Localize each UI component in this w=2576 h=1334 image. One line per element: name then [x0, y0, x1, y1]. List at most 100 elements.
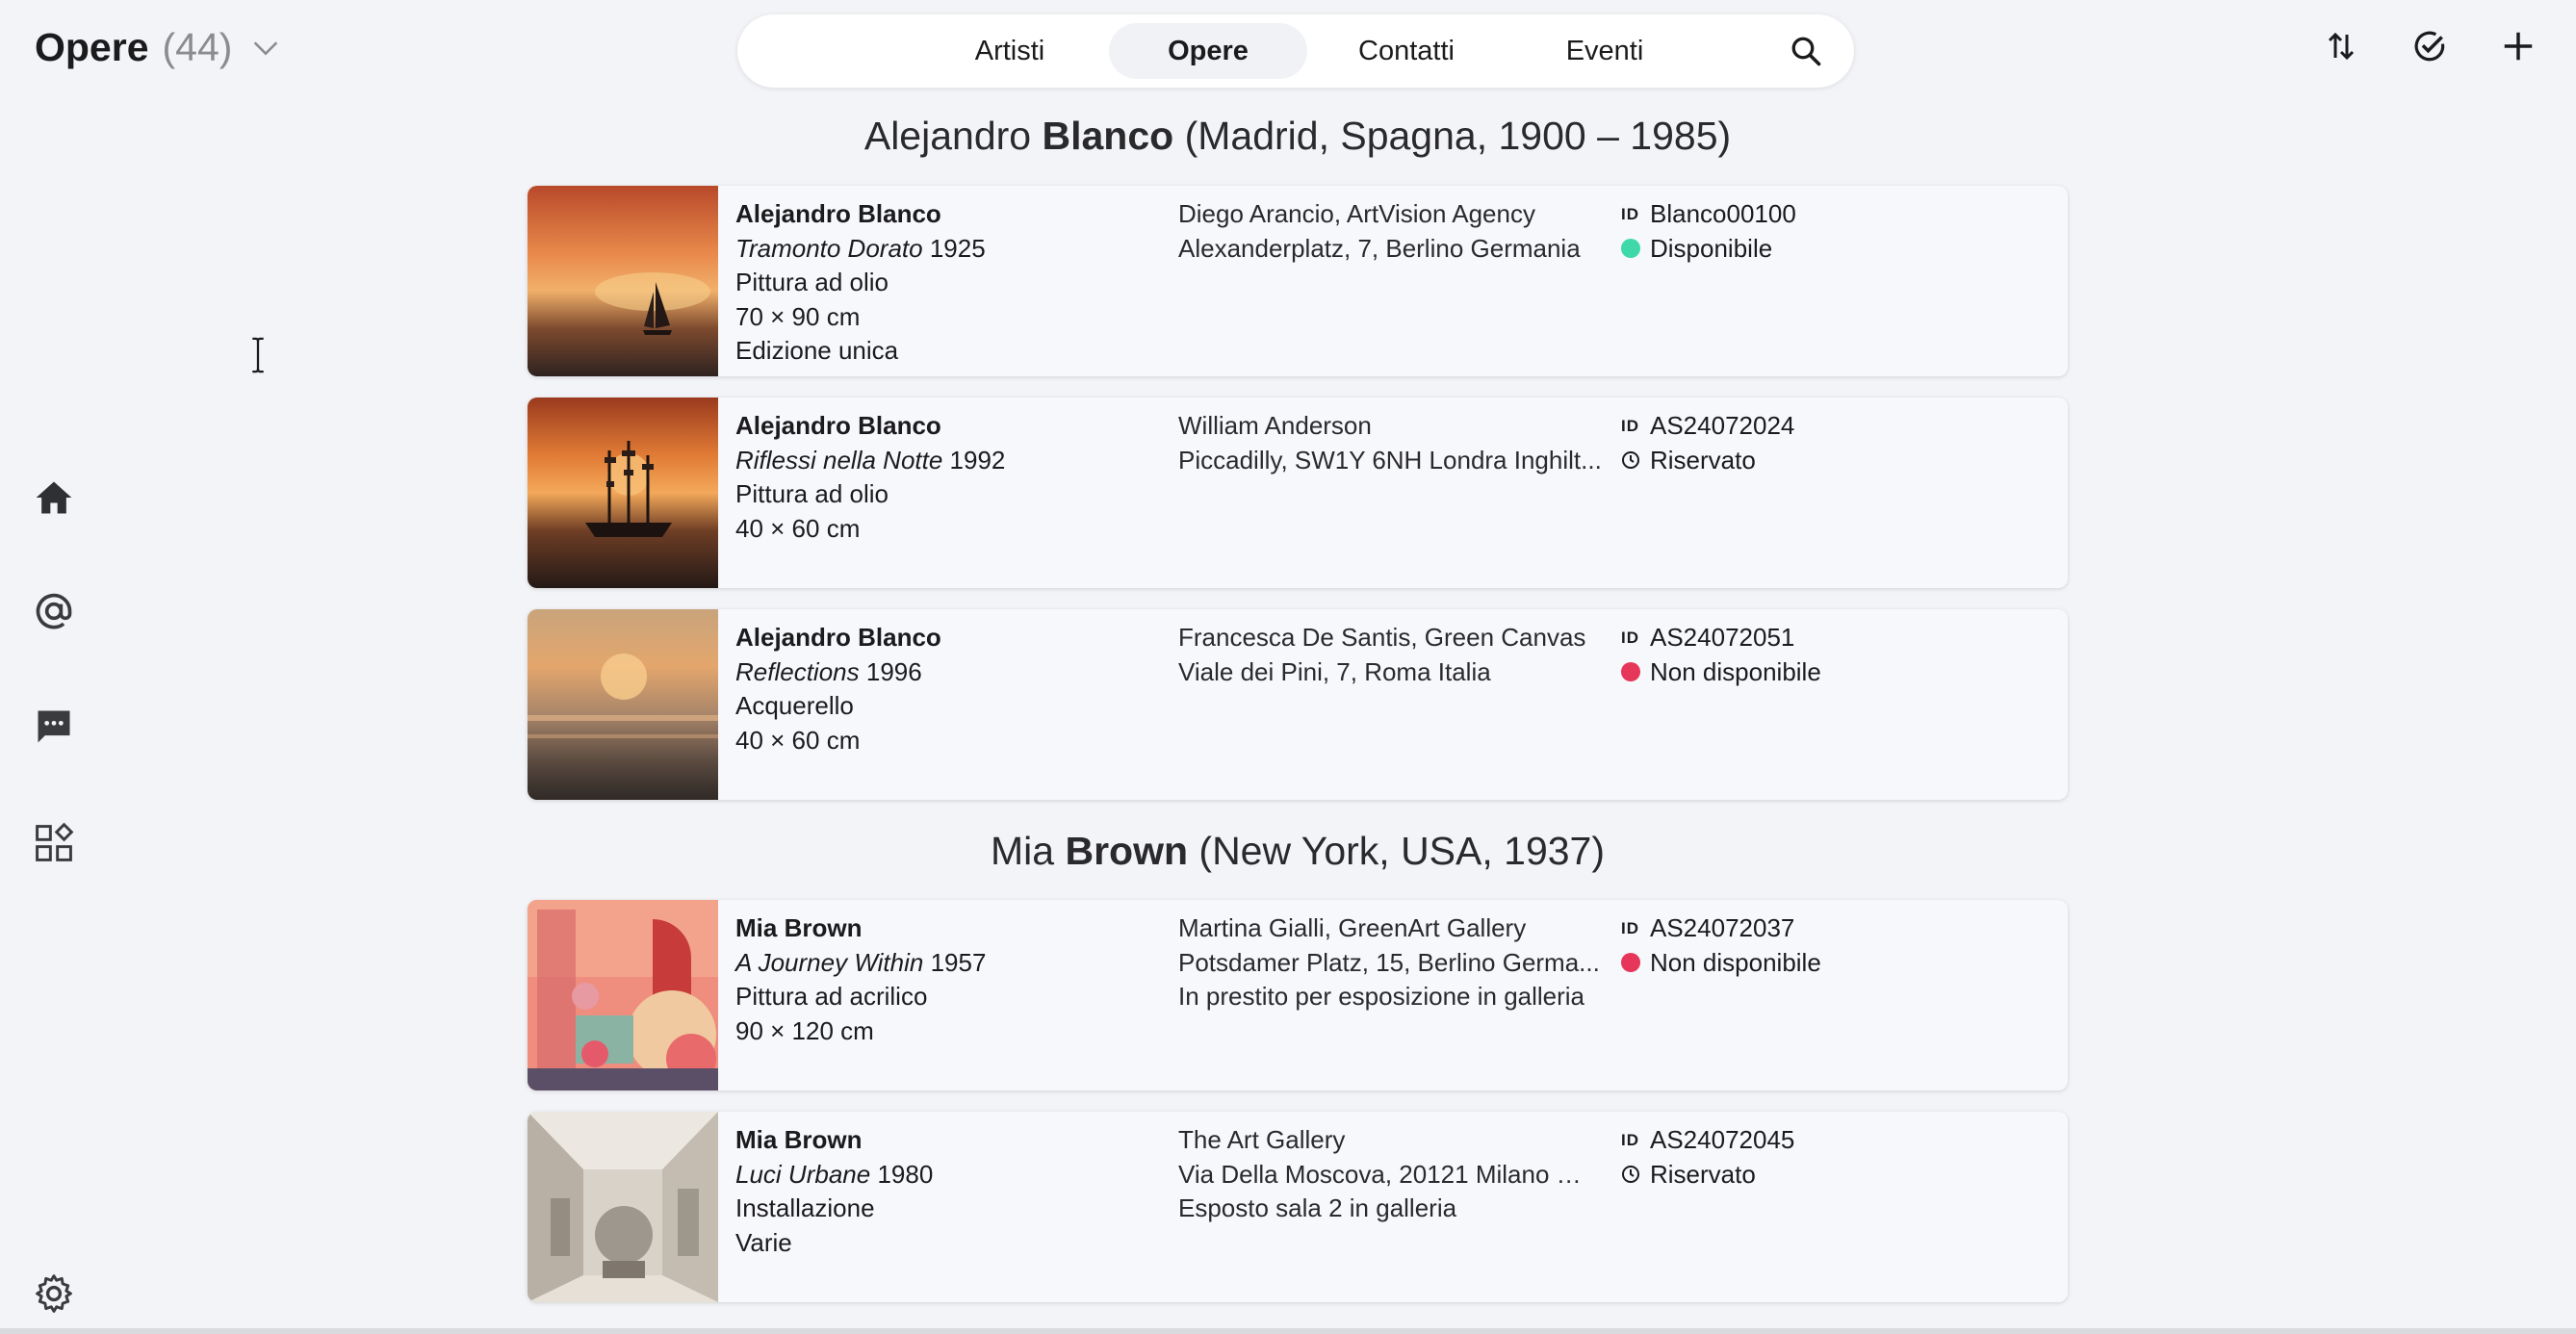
artwork-address: Viale dei Pini, 7, Roma Italia: [1178, 656, 1491, 686]
artwork-title: A Journey Within: [735, 947, 924, 977]
artwork-thumbnail: [528, 900, 718, 1090]
artwork-info: Mia Brown A Journey Within 1957 Pittura …: [735, 911, 986, 1048]
chevron-down-icon[interactable]: [249, 32, 282, 64]
artist-first-name: Mia: [990, 829, 1055, 873]
artwork-card[interactable]: Alejandro Blanco Reflections 1996 Acquer…: [528, 609, 2068, 800]
page-title-text: Opere: [35, 25, 149, 69]
id-label: ID: [1621, 629, 1639, 647]
artwork-status-block: ID AS24072051 Non disponibile: [1621, 621, 1821, 689]
artwork-status-block: ID AS24072024 Riservato: [1621, 409, 1794, 477]
artwork-thumbnail: [528, 609, 718, 800]
artwork-medium: Pittura ad acrilico: [735, 982, 928, 1011]
artwork-edition: Edizione unica: [735, 336, 899, 365]
sort-icon: [2328, 32, 2355, 61]
artist-details: (Madrid, Spagna, 1900 – 1985): [1184, 114, 1732, 158]
artwork-thumbnail: [528, 186, 718, 376]
artist-first-name: Alejandro: [863, 114, 1032, 158]
artwork-note: In prestito per esposizione in galleria: [1178, 982, 1585, 1011]
artwork-status: Riservato: [1650, 445, 1756, 475]
tab-contatti[interactable]: Contatti: [1307, 23, 1506, 79]
artwork-info: Mia Brown Luci Urbane 1980 Installazione…: [735, 1123, 933, 1260]
settings-button[interactable]: [31, 1270, 77, 1317]
artist-details: (New York, USA, 1937): [1198, 829, 1606, 873]
home-icon: [36, 481, 72, 514]
tab-artisti[interactable]: Artisti: [911, 23, 1109, 79]
artwork-location: Martina Gialli, GreenArt Gallery Potsdam…: [1178, 911, 1602, 1014]
artwork-status-block: ID AS24072045 Riservato: [1621, 1123, 1794, 1192]
artwork-address: Potsdamer Platz, 15, Berlino Germa...: [1178, 947, 1600, 977]
artwork-card[interactable]: Alejandro Blanco Tramonto Dorato 1925 Pi…: [528, 186, 2068, 376]
artist-last-name: Brown: [1065, 829, 1189, 873]
artwork-id: AS24072024: [1650, 411, 1795, 440]
artwork-id: AS24072051: [1650, 623, 1795, 652]
artwork-artist: Mia Brown: [735, 1125, 863, 1154]
artwork-size: Varie: [735, 1227, 792, 1257]
artwork-owner: Diego Arancio, ArtVision Agency: [1178, 199, 1535, 228]
artwork-location: Diego Arancio, ArtVision Agency Alexande…: [1178, 197, 1602, 266]
item-count: (44): [162, 25, 233, 69]
artwork-address: Piccadilly, SW1Y 6NH Londra Inghilt...: [1178, 445, 1602, 475]
select-button[interactable]: [2410, 27, 2449, 65]
search-button[interactable]: [1777, 23, 1835, 79]
artwork-owner: The Art Gallery: [1178, 1125, 1346, 1154]
id-label: ID: [1621, 417, 1639, 435]
artwork-year: 1996: [865, 656, 922, 686]
artwork-medium: Pittura ad olio: [735, 268, 889, 296]
tab-opere[interactable]: Opere: [1109, 23, 1307, 79]
artwork-id: AS24072037: [1650, 913, 1795, 942]
toolbar-actions: [2322, 27, 2537, 65]
artwork-owner: William Anderson: [1178, 411, 1372, 440]
app-window: Opere (44) Artisti Opere Contatti Eventi: [0, 0, 2576, 1334]
add-button[interactable]: [2499, 27, 2537, 65]
plus-icon: [2504, 32, 2533, 61]
mentions-button[interactable]: [31, 588, 77, 634]
artwork-year: 1992: [949, 445, 1006, 475]
status-unavailable-dot: [1621, 662, 1640, 682]
page-title[interactable]: Opere (44): [35, 25, 282, 70]
artwork-status: Disponibile: [1650, 233, 1773, 263]
artwork-location: William Anderson Piccadilly, SW1Y 6NH Lo…: [1178, 409, 1602, 477]
sort-button[interactable]: [2322, 27, 2360, 65]
artwork-info: Alejandro Blanco Tramonto Dorato 1925 Pi…: [735, 197, 986, 369]
artwork-status: Non disponibile: [1650, 656, 1821, 686]
artwork-id: AS24072045: [1650, 1125, 1795, 1154]
artwork-card[interactable]: Alejandro Blanco Riflessi nella Notte 19…: [528, 398, 2068, 588]
search-icon: [1791, 37, 1821, 66]
gear-icon: [36, 1274, 72, 1313]
artwork-status: Non disponibile: [1650, 947, 1821, 977]
artwork-card[interactable]: Mia Brown A Journey Within 1957 Pittura …: [528, 900, 2068, 1090]
artwork-status-block: ID Blanco00100 Disponibile: [1621, 197, 1796, 266]
widgets-button[interactable]: [31, 820, 77, 866]
status-unavailable-dot: [1621, 953, 1640, 973]
id-label: ID: [1621, 1131, 1639, 1149]
top-nav: Artisti Opere Contatti Eventi: [737, 14, 1854, 88]
artwork-title: Tramonto Dorato: [735, 233, 923, 263]
artwork-title: Luci Urbane: [735, 1159, 871, 1189]
id-label: ID: [1621, 205, 1639, 223]
artwork-year: 1980: [877, 1159, 934, 1189]
artwork-status-block: ID AS24072037 Non disponibile: [1621, 911, 1821, 980]
check-circle-icon: [2414, 31, 2445, 62]
artwork-year: 1925: [929, 233, 986, 263]
tab-eventi[interactable]: Eventi: [1506, 23, 1704, 79]
artwork-title: Riflessi nella Notte: [735, 445, 943, 475]
artwork-size: 40 × 60 cm: [735, 513, 861, 543]
home-button[interactable]: [31, 475, 77, 521]
clock-icon: [1622, 1166, 1639, 1184]
artwork-size: 70 × 90 cm: [735, 301, 861, 331]
artwork-card[interactable]: Mia Brown Luci Urbane 1980 Installazione…: [528, 1112, 2068, 1302]
text-cursor-icon: [252, 337, 264, 373]
artist-last-name: Blanco: [1042, 114, 1174, 158]
artwork-note: Esposto sala 2 in galleria: [1178, 1193, 1457, 1222]
artwork-year: 1957: [930, 947, 987, 977]
artwork-thumbnail: [528, 398, 718, 588]
artwork-info: Alejandro Blanco Reflections 1996 Acquer…: [735, 621, 941, 757]
artwork-artist: Alejandro Blanco: [735, 623, 941, 652]
artwork-artist: Alejandro Blanco: [735, 199, 941, 228]
messages-button[interactable]: [31, 704, 77, 750]
artist-heading: Mia Brown (New York, USA, 1937): [528, 829, 2068, 874]
chat-icon: [38, 710, 70, 743]
artwork-info: Alejandro Blanco Riflessi nella Notte 19…: [735, 409, 1005, 546]
artwork-owner: Francesca De Santis, Green Canvas: [1178, 623, 1586, 652]
artwork-address: Alexanderplatz, 7, Berlino Germania: [1178, 233, 1581, 263]
